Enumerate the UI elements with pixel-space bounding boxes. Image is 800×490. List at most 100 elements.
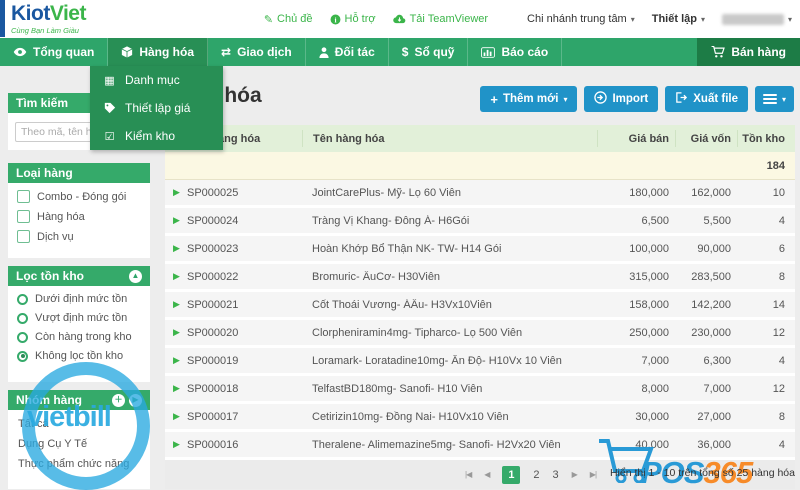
teamviewer-link[interactable]: Tải TeamViewer [393,13,488,25]
logo-part-kiot: Kiot [11,2,50,25]
person-icon [319,47,329,58]
page-button-3[interactable]: 3 [553,469,559,481]
table-row[interactable]: ▶ SP000025 JointCarePlus- Mỹ- Lọ 60 Viên… [165,180,795,208]
plus-icon: + [490,92,498,107]
export-button[interactable]: Xuất file [665,86,748,112]
stock-total: 184 [737,160,795,172]
table-row[interactable]: ▶ SP000023 Hoàn Khớp Bổ Thận NK- TW- H14… [165,236,795,264]
eye-icon [13,47,27,57]
dropdown-item-kiem-kho[interactable]: ☑ Kiểm kho [90,122,223,150]
row-expand-icon: ▶ [165,411,187,422]
chevron-down-icon: ▾ [788,15,792,24]
pagination-info: Hiển thị 1 - 10 trên tổng số 25 hàng hóa [610,467,795,479]
nav-spacer [562,38,697,66]
add-new-button[interactable]: + Thêm mới ▾ [480,86,577,112]
product-group-title: Nhóm hàng [16,390,82,410]
radio-selected-icon [17,351,28,362]
chevron-down-icon: ▾ [701,15,705,24]
checkbox-icon [17,210,30,223]
radio-icon [17,313,28,324]
column-header-stock[interactable]: Tồn kho [737,130,795,147]
radio-khong-loc[interactable]: Không lọc tồn kho [8,343,150,362]
app-logo: KiotViet Cùng Bạn Làm Giàu [11,3,86,35]
collapse-icon[interactable]: ▲ [129,270,142,283]
checkbox-icon [17,190,30,203]
column-header-cost[interactable]: Giá vốn [675,130,737,147]
nav-so-quy[interactable]: $ Sổ quỹ [389,38,469,66]
chevron-down-icon: ▾ [631,15,635,24]
first-page-icon[interactable]: |◀ [465,470,471,479]
table-row[interactable]: ▶ SP000019 Loramark- Loratadine10mg- Ấn … [165,348,795,376]
top-header: KiotViet Cùng Bạn Làm Giàu ✎ Chủ đề i Hỗ… [0,0,800,38]
nav-hang-hoa[interactable]: Hàng hóa [108,38,208,66]
page-button-1[interactable]: 1 [502,466,520,484]
collapse-icon[interactable]: ▶ [129,394,142,407]
nav-bao-cao[interactable]: Báo cáo [468,38,562,66]
nav-ban-hang[interactable]: Bán hàng [697,38,800,66]
radio-vuot-dinh-muc[interactable]: Vượt định mức tồn [8,305,150,324]
dropdown-item-danh-muc[interactable]: ▦ Danh mục [90,66,223,94]
column-header-name[interactable]: Tên hàng hóa [302,130,597,147]
table-row[interactable]: ▶ SP000022 Bromuric- ÂuCơ- H30Viên 315,0… [165,264,795,292]
row-expand-icon: ▶ [165,327,187,338]
radio-duoi-dinh-muc[interactable]: Dưới định mức tồn [8,286,150,305]
stock-filter-panel: Lọc tồn kho ▲ Dưới định mức tồn Vượt địn… [8,266,150,382]
row-expand-icon: ▶ [165,439,187,450]
grid-icon: ▦ [103,74,116,87]
search-panel-title: Tìm kiếm [16,93,68,113]
theme-link[interactable]: ✎ Chủ đề [264,13,313,26]
row-expand-icon: ▶ [165,271,187,282]
table-row[interactable]: ▶ SP000017 Cetirizin10mg- Đồng Nai- H10V… [165,404,795,432]
row-expand-icon: ▶ [165,355,187,366]
radio-icon [17,294,28,305]
nav-tong-quan[interactable]: Tổng quan [0,38,108,66]
next-page-icon[interactable]: ▶ [572,470,577,479]
row-expand-icon: ▶ [165,243,187,254]
branch-dropdown[interactable]: Chi nhánh trung tâm ▾ [527,13,635,25]
info-icon: i [330,14,341,25]
table-row[interactable]: ▶ SP000016 Theralene- Alimemazine5mg- Sa… [165,432,795,460]
group-item-tat-ca[interactable]: Tất cả [8,410,150,430]
checkbox-combo-dong-goi[interactable]: Combo - Đóng gói [8,183,150,203]
row-expand-icon: ▶ [165,215,187,226]
logo-tagline: Cùng Bạn Làm Giàu [11,27,86,35]
last-page-icon[interactable]: ▶| [590,470,596,479]
table-row[interactable]: ▶ SP000020 Clorpheniramin4mg- Tipharco- … [165,320,795,348]
page-button-2[interactable]: 2 [533,469,539,481]
table-row[interactable]: ▶ SP000021 Cốt Thoái Vương- ÁÂu- H3Vx10V… [165,292,795,320]
dropdown-item-thiet-lap-gia[interactable]: Thiết lập giá [90,94,223,122]
row-expand-icon: ▶ [165,187,187,198]
add-group-icon[interactable]: ＋ [112,394,125,407]
chevron-down-icon: ▾ [782,95,786,104]
product-type-title: Loại hàng [16,163,73,183]
group-item-thuc-pham[interactable]: Thực phẩm chức năng [8,450,150,470]
radio-icon [17,332,28,343]
import-icon [594,91,607,107]
support-link[interactable]: i Hỗ trợ [330,13,376,25]
import-button[interactable]: Import [584,86,658,112]
prev-page-icon[interactable]: ◀ [484,470,489,479]
checkbox-dich-vu[interactable]: Dịch vụ [8,223,150,243]
column-header-price[interactable]: Giá bán [597,130,675,147]
checkbox-hang-hoa[interactable]: Hàng hóa [8,203,150,223]
nav-giao-dich[interactable]: ⇄ Giao dịch [208,38,306,66]
settings-dropdown[interactable]: Thiết lập ▾ [652,13,705,25]
user-menu[interactable]: ▾ [722,14,792,25]
table-header-row: Mã hàng hóa Tên hàng hóa Giá bán Giá vốn… [165,125,795,152]
group-item-dung-cu-y-te[interactable]: Dụng Cụ Y Tế [8,430,150,450]
nav-doi-tac[interactable]: Đối tác [306,38,389,66]
table-row[interactable]: ▶ SP000018 TelfastBD180mg- Sanofi- H10 V… [165,376,795,404]
stock-filter-title: Lọc tồn kho [16,266,84,286]
cloud-download-icon [393,14,406,24]
product-table: Mã hàng hóa Tên hàng hóa Giá bán Giá vốn… [165,125,795,460]
chart-icon [481,47,495,58]
transfer-icon: ⇄ [221,45,231,59]
column-options-button[interactable]: ▾ [755,86,794,112]
main-nav: Tổng quan Hàng hóa ⇄ Giao dịch Đối tác $… [0,38,800,66]
check-square-icon: ☑ [103,130,116,143]
radio-con-hang[interactable]: Còn hàng trong kho [8,324,150,343]
cart-icon [711,46,725,58]
checkbox-icon [17,230,30,243]
table-row[interactable]: ▶ SP000024 Tràng Vị Khang- Đông Á- H6Gói… [165,208,795,236]
hang-hoa-dropdown: ▦ Danh mục Thiết lập giá ☑ Kiểm kho [90,66,223,150]
